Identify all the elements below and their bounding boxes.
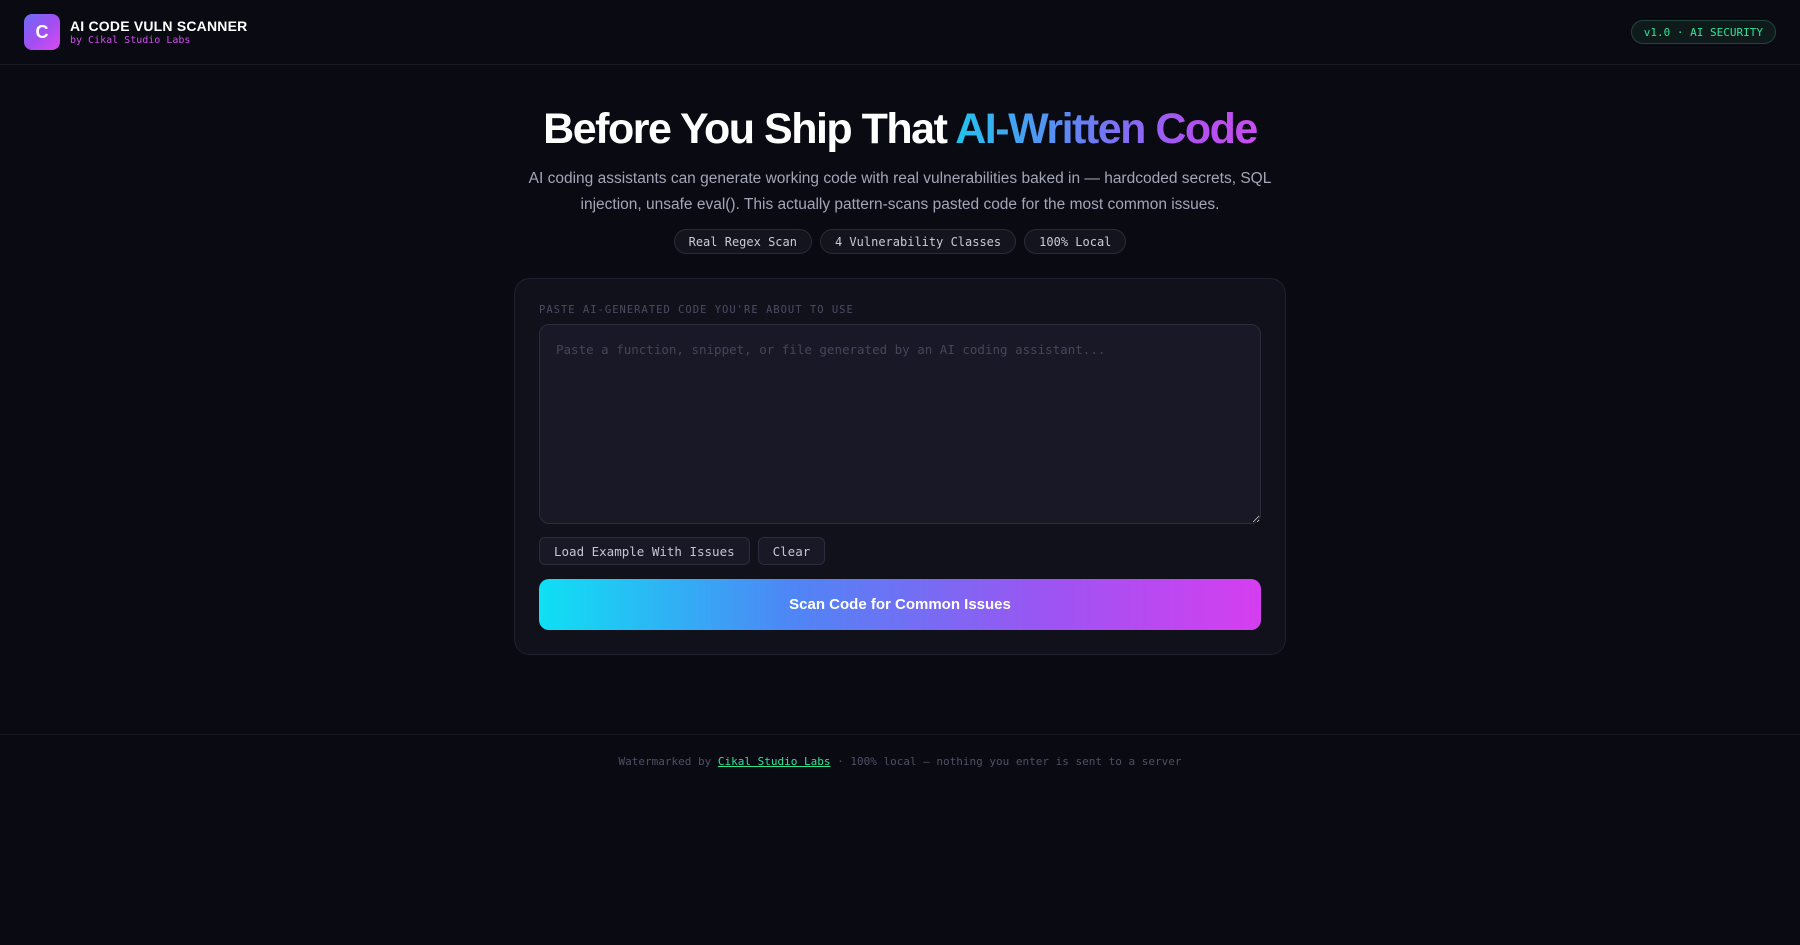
code-input-label: PASTE AI-GENERATED CODE YOU'RE ABOUT TO … — [539, 304, 854, 316]
chip-regex-scan: Real Regex Scan — [673, 229, 812, 254]
footer: Watermarked by Cikal Studio Labs · 100% … — [0, 755, 1800, 768]
secondary-actions: Load Example With Issues Clear — [539, 537, 826, 565]
version-badge: v1.0 · AI SECURITY — [1630, 20, 1776, 44]
feature-chips: Real Regex Scan 4 Vulnerability Classes … — [0, 229, 1800, 254]
page-title-plain: Before You Ship That — [543, 105, 956, 153]
app-subtitle: by Cikal Studio Labs — [70, 35, 191, 46]
chip-vuln-classes: 4 Vulnerability Classes — [819, 229, 1017, 254]
footer-prefix: Watermarked by — [618, 755, 718, 768]
page-title: Before You Ship That AI-Written Code — [0, 105, 1800, 154]
chip-local: 100% Local — [1024, 229, 1127, 254]
load-example-button[interactable]: Load Example With Issues — [539, 537, 750, 565]
app-title: AI CODE VULN SCANNER — [70, 18, 248, 34]
footer-suffix: · 100% local — nothing you enter is sent… — [830, 755, 1182, 768]
clear-button[interactable]: Clear — [757, 537, 826, 565]
top-bar: C AI CODE VULN SCANNER by Cikal Studio L… — [0, 0, 1800, 65]
footer-studio-link[interactable]: Cikal Studio Labs — [718, 755, 831, 768]
page-title-highlight: AI-Written Code — [955, 105, 1258, 153]
code-input[interactable] — [539, 324, 1261, 524]
footer-divider — [0, 734, 1800, 735]
scanner-card: PASTE AI-GENERATED CODE YOU'RE ABOUT TO … — [514, 278, 1286, 655]
page-description: AI coding assistants can generate workin… — [528, 170, 1272, 213]
app-logo: C — [24, 14, 60, 50]
scan-button[interactable]: Scan Code for Common Issues — [539, 579, 1261, 630]
